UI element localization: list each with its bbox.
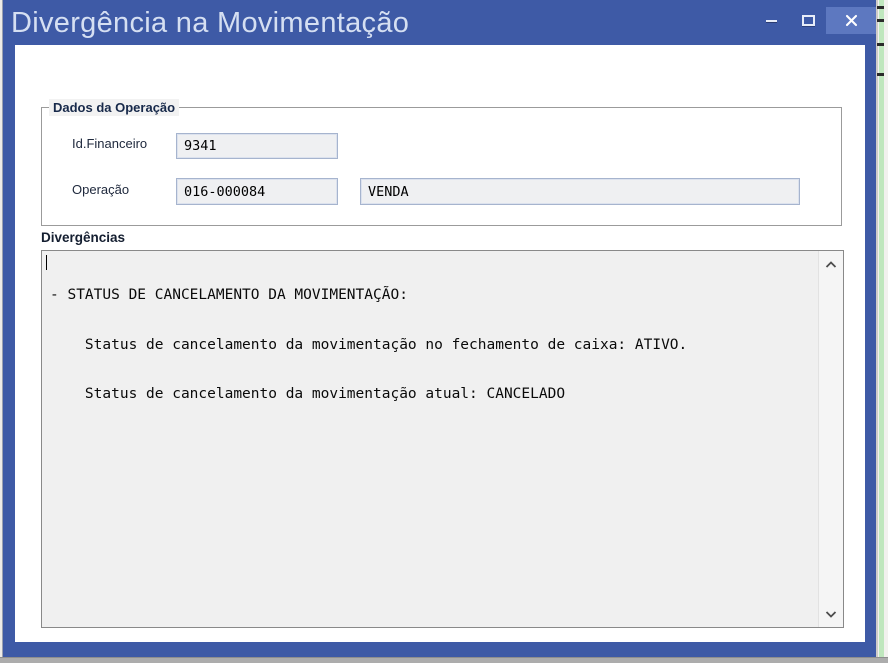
groupbox-title: Dados da Operação	[49, 99, 180, 116]
operacao-description-field[interactable]	[360, 178, 800, 205]
scroll-down-button[interactable]	[819, 601, 843, 627]
operation-data-groupbox: Dados da Operação Id.Financeiro Operação	[41, 99, 842, 226]
divergencia-dialog: Divergência na Movimentação Dados da Ope…	[2, 0, 876, 657]
minimize-button[interactable]	[753, 7, 789, 34]
divergence-line: Status de cancelamento da movimentação n…	[50, 336, 688, 353]
divergence-line: - STATUS DE CANCELAMENTO DA MOVIMENTAÇÃO…	[50, 287, 408, 303]
maximize-icon	[801, 15, 815, 26]
background-bottom-bar	[0, 657, 888, 663]
close-button[interactable]	[826, 7, 876, 34]
id-financeiro-label: Id.Financeiro	[72, 136, 148, 151]
operacao-label: Operação	[72, 182, 130, 197]
window-title: Divergência na Movimentação	[11, 7, 410, 39]
background-green-band	[879, 0, 884, 657]
scroll-up-button[interactable]	[819, 251, 843, 277]
window-edge-hairline	[876, 0, 878, 657]
client-area: Dados da Operação Id.Financeiro Operação…	[15, 45, 865, 642]
minimize-icon	[765, 19, 777, 22]
background-mark	[877, 19, 884, 22]
background-right-sliver	[876, 0, 888, 657]
background-mark	[877, 43, 884, 46]
scroll-up-icon	[825, 260, 837, 268]
operacao-code-field[interactable]	[176, 178, 338, 205]
text-caret	[46, 255, 47, 270]
divergences-text: - STATUS DE CANCELAMENTO DA MOVIMENTAÇÃO…	[50, 254, 813, 436]
divergences-textarea[interactable]: - STATUS DE CANCELAMENTO DA MOVIMENTAÇÃO…	[41, 250, 844, 628]
vertical-scrollbar[interactable]	[818, 251, 843, 627]
background-mark	[877, 6, 884, 9]
divergence-line: Status de cancelamento da movimentação a…	[50, 386, 566, 402]
background-mark	[877, 73, 884, 76]
id-financeiro-field[interactable]	[176, 133, 338, 159]
maximize-button[interactable]	[790, 7, 826, 34]
close-icon	[845, 14, 857, 27]
divergencias-label: Divergências	[41, 230, 126, 245]
scroll-down-icon	[825, 610, 837, 618]
titlebar[interactable]: Divergência na Movimentação	[3, 0, 876, 45]
